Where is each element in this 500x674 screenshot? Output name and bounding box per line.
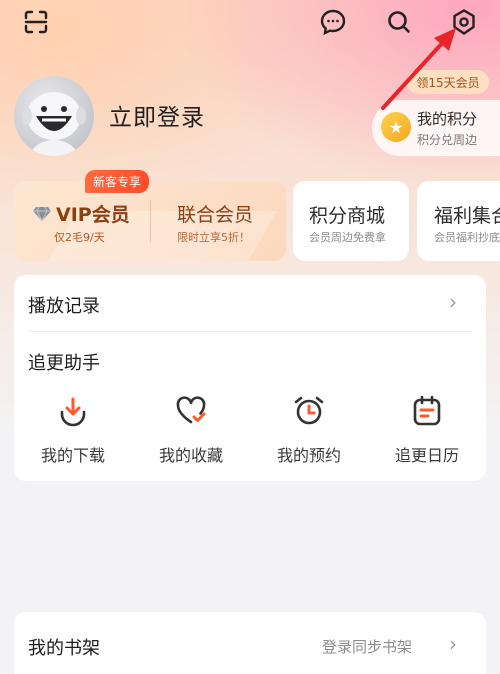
my-points-subtitle: 积分兑周边: [417, 133, 478, 147]
welfare-title: 福利集合: [434, 205, 500, 227]
welfare-card[interactable]: 福利集合 会员福利抄底: [417, 181, 500, 261]
union-member-title[interactable]: 联合会员: [177, 200, 253, 227]
search-icon[interactable]: [385, 8, 413, 36]
download-label: 我的下载: [40, 446, 105, 465]
vip-divider: [150, 200, 151, 242]
calendar-button[interactable]: 追更日历: [382, 394, 472, 466]
settings-icon[interactable]: [450, 8, 478, 36]
vip-title[interactable]: VIP会员: [32, 200, 130, 227]
reservation-button[interactable]: 我的预约: [264, 394, 354, 466]
download-icon: [56, 394, 90, 428]
my-points-title[interactable]: 我的积分: [417, 108, 477, 129]
login-button[interactable]: 立即登录: [109, 98, 205, 132]
chevron-right-icon[interactable]: ›: [449, 632, 457, 656]
avatar[interactable]: [14, 76, 94, 156]
points-mall-subtitle: 会员周边免费拿: [309, 231, 386, 244]
calendar-icon: [410, 394, 444, 428]
assistant-title: 追更助手: [28, 353, 100, 374]
star-icon: ★: [381, 112, 411, 142]
play-history-label[interactable]: 播放记录: [28, 292, 100, 318]
download-button[interactable]: 我的下载: [28, 394, 118, 466]
points-mall-title: 积分商城: [309, 205, 386, 227]
alarm-icon: [292, 394, 326, 428]
scan-icon[interactable]: [22, 8, 50, 36]
chevron-right-icon[interactable]: ›: [449, 290, 457, 314]
free-vip-tag[interactable]: 领15天会员: [407, 70, 489, 94]
reservation-label: 我的预约: [276, 446, 341, 465]
bookshelf-title: 我的书架: [28, 638, 100, 659]
message-icon[interactable]: [319, 8, 347, 36]
vip-price-text: 仅2毛9/天: [54, 231, 105, 244]
new-customer-badge: 新客专享: [85, 170, 150, 193]
divider: [28, 331, 472, 332]
union-member-subtitle: 限时立享5折！: [177, 231, 250, 244]
vip-title-text: VIP会员: [56, 204, 130, 226]
favorite-label: 我的收藏: [158, 446, 223, 465]
diamond-icon: [33, 206, 51, 221]
sync-bookshelf-link[interactable]: 登录同步书架: [322, 636, 412, 657]
favorite-icon: [174, 394, 208, 428]
calendar-label: 追更日历: [394, 446, 459, 465]
favorite-button[interactable]: 我的收藏: [146, 394, 236, 466]
welfare-subtitle: 会员福利抄底: [434, 231, 500, 244]
